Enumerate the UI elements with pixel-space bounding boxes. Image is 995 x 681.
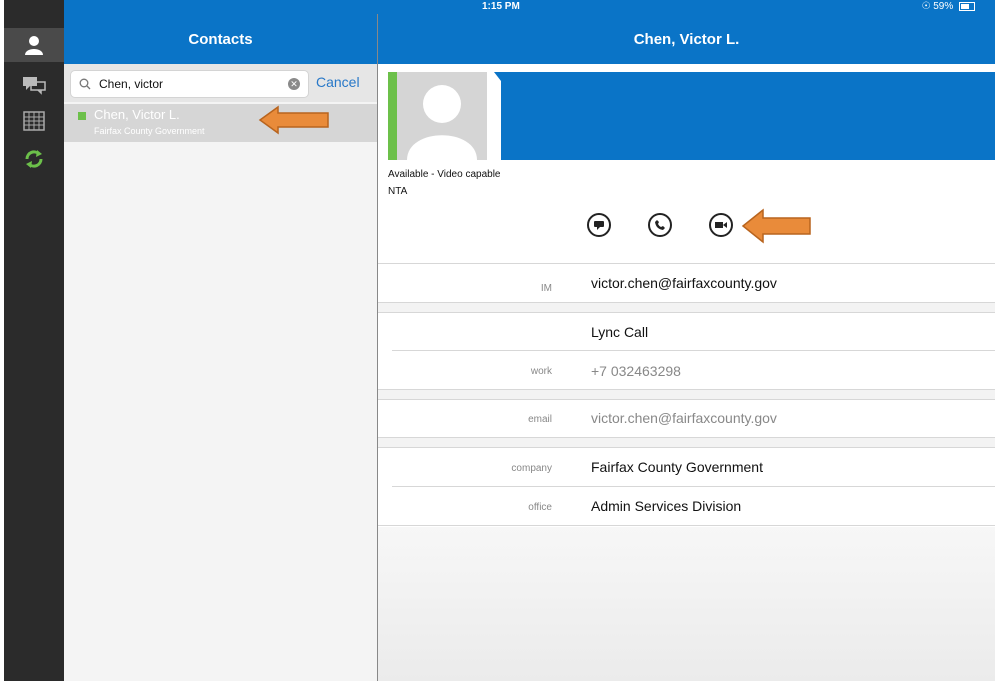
status-bar: iPad ≈ 1:15 PM ☉ 59% xyxy=(4,0,995,14)
separator xyxy=(378,312,995,313)
call-button[interactable] xyxy=(648,213,672,237)
separator xyxy=(392,350,995,351)
conversations-icon xyxy=(23,77,46,95)
separator xyxy=(378,447,995,448)
video-call-button[interactable] xyxy=(709,213,733,237)
separator xyxy=(378,263,995,264)
phone-icon xyxy=(655,220,665,230)
company-label: company xyxy=(511,463,552,474)
detail-header: Chen, Victor L. xyxy=(378,14,995,64)
group-gap xyxy=(378,303,995,312)
contact-organization: Fairfax County Government xyxy=(94,126,205,136)
group-gap xyxy=(378,438,995,447)
group-gap xyxy=(378,390,995,399)
rotation-lock-icon: ☉ xyxy=(921,1,931,12)
email-label: email xyxy=(528,414,552,425)
department: NTA xyxy=(388,186,408,197)
calendar-icon xyxy=(23,111,45,131)
contacts-icon xyxy=(25,36,43,55)
office-value: Admin Services Division xyxy=(591,498,742,514)
separator xyxy=(378,399,995,400)
search-icon xyxy=(79,78,91,90)
presence-indicator xyxy=(78,112,86,120)
presence-bar xyxy=(388,72,397,160)
search-bar: ✕ Cancel xyxy=(64,64,377,102)
work-label: work xyxy=(530,366,552,377)
email-value[interactable]: victor.chen@fairfaxcounty.gov xyxy=(591,410,777,426)
clear-search-icon[interactable]: ✕ xyxy=(288,78,300,90)
im-value[interactable]: victor.chen@fairfaxcounty.gov xyxy=(591,275,777,291)
rail-calendar-button[interactable] xyxy=(4,108,64,134)
sync-icon xyxy=(25,150,43,168)
profile-banner xyxy=(501,72,995,160)
contact-name: Chen, Victor L. xyxy=(94,107,180,122)
battery-status: ☉ 59% xyxy=(921,1,975,12)
battery-icon xyxy=(959,1,975,11)
rail-contacts-button[interactable] xyxy=(4,28,64,62)
rail-conversations-button[interactable] xyxy=(4,70,64,100)
work-phone-value[interactable]: +7 032463298 xyxy=(591,363,681,379)
contacts-header: Contacts xyxy=(64,14,377,64)
company-value: Fairfax County Government xyxy=(591,459,763,475)
im-button[interactable] xyxy=(587,213,611,237)
video-icon xyxy=(715,222,727,228)
battery-percent: 59% xyxy=(933,1,954,12)
banner-notch xyxy=(494,72,501,81)
contacts-pane: ✕ Cancel Chen, Victor L. Fairfax County … xyxy=(64,64,377,681)
rail-sync-button[interactable] xyxy=(4,144,64,174)
avatar xyxy=(397,72,487,160)
search-field[interactable]: ✕ xyxy=(70,70,309,98)
im-label: IM xyxy=(540,283,552,294)
annotation-arrow-left-icon xyxy=(258,105,329,135)
annotation-arrow-right-icon xyxy=(741,208,811,244)
office-label: office xyxy=(528,502,552,513)
separator xyxy=(392,486,995,487)
search-input[interactable] xyxy=(97,76,281,92)
detail-empty-area xyxy=(378,527,995,681)
contacts-title: Contacts xyxy=(188,30,253,48)
detail-title: Chen, Victor L. xyxy=(633,30,740,48)
app-rail xyxy=(4,0,64,681)
status-time: 1:15 PM xyxy=(482,1,520,12)
cancel-button[interactable]: Cancel xyxy=(316,74,360,90)
avatar-placeholder-icon xyxy=(407,85,477,160)
availability-status: Available - Video capable xyxy=(388,169,501,180)
separator xyxy=(378,525,995,526)
lync-call-button[interactable]: Lync Call xyxy=(591,324,648,340)
im-icon xyxy=(594,221,604,230)
